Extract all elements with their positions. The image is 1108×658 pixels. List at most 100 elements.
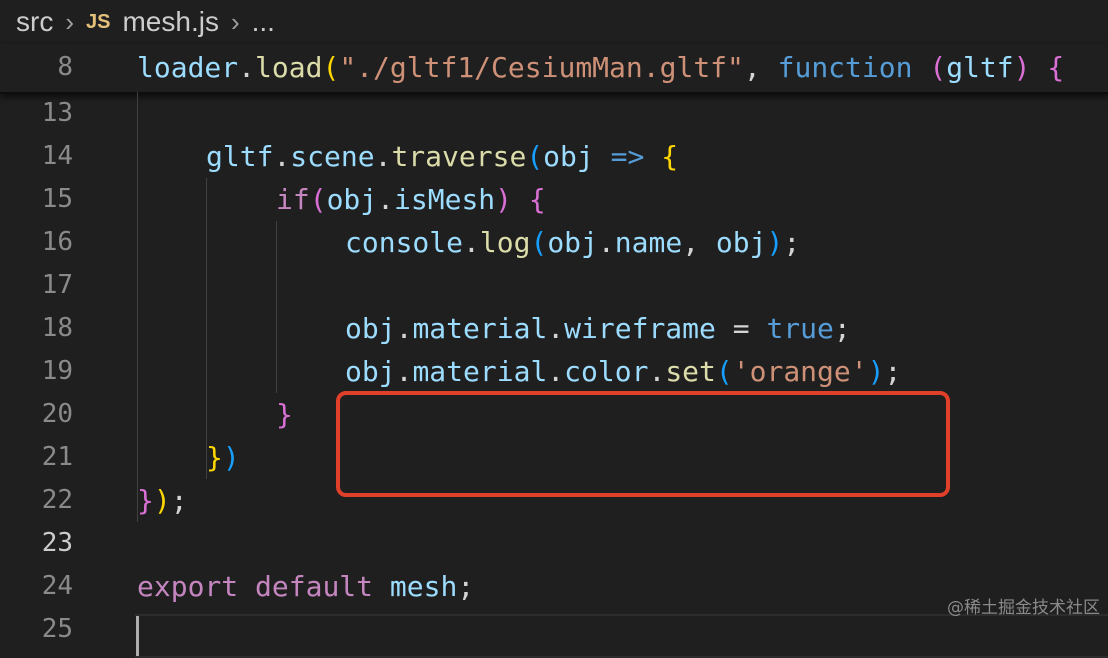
code-token: { — [661, 140, 679, 173]
code-content: }) — [206, 436, 240, 479]
code-token: } — [206, 441, 223, 474]
code-token: ) — [495, 183, 513, 216]
code-token: log — [479, 226, 531, 259]
code-token: obj — [326, 183, 378, 216]
code-line[interactable]: 25 — [0, 608, 1108, 651]
code-token: . — [597, 226, 615, 259]
code-token: . — [648, 355, 666, 388]
code-token: material — [412, 355, 548, 388]
code-line[interactable]: 15 if(obj.isMesh) { — [0, 178, 1108, 221]
code-token: ) — [153, 484, 171, 517]
code-token: . — [547, 312, 565, 345]
code-token: set — [665, 355, 716, 388]
code-token: gltf — [946, 51, 1014, 84]
code-token: function — [777, 51, 913, 84]
code-token: if — [276, 183, 310, 216]
code-token: . — [238, 51, 256, 84]
line-number: 17 — [41, 270, 73, 300]
code-token: ; — [783, 226, 801, 259]
code-token: . — [547, 355, 565, 388]
code-token: isMesh — [394, 183, 496, 216]
code-content: } — [276, 393, 293, 436]
code-token: ( — [929, 51, 947, 84]
code-line[interactable]: 17 — [0, 264, 1108, 307]
code-content: export default mesh; — [137, 565, 474, 608]
line-number: 25 — [41, 614, 73, 644]
line-number: 18 — [41, 313, 73, 343]
code-token: , — [682, 226, 716, 259]
code-token: ; — [457, 570, 475, 603]
code-token: } — [276, 398, 293, 431]
code-token: , — [743, 51, 778, 84]
line-number: 15 — [41, 184, 73, 214]
code-content: console.log(obj.name, obj); — [345, 221, 800, 264]
line-number: 19 — [41, 356, 73, 386]
line-number: 24 — [41, 571, 73, 601]
code-token: obj — [543, 140, 594, 173]
code-content: gltf.scene.traverse(obj => { — [206, 135, 678, 178]
code-token: ) — [222, 441, 240, 474]
code-content: if(obj.isMesh) { — [276, 178, 546, 221]
code-token: ; — [170, 484, 188, 517]
chevron-right-icon: › — [65, 6, 74, 37]
chevron-right-icon: › — [230, 6, 240, 37]
code-line[interactable]: 23 — [0, 522, 1108, 565]
sticky-scroll-header[interactable]: 8 loader.load("./gltf1/CesiumMan.gltf", … — [0, 44, 1108, 94]
code-line[interactable]: 16 console.log(obj.name, obj); — [0, 221, 1108, 264]
code-token: ; — [833, 312, 851, 345]
line-number: 8 — [57, 52, 73, 82]
code-token: } — [137, 484, 154, 517]
code-token: loader — [137, 51, 239, 84]
code-token: console — [345, 226, 464, 259]
line-number: 16 — [41, 227, 73, 257]
line-number: 22 — [41, 485, 73, 515]
annotation-highlight-box — [336, 391, 950, 497]
code-token: material — [412, 312, 548, 345]
code-line[interactable]: 24 export default mesh; — [0, 565, 1108, 608]
code-token: export — [137, 570, 239, 603]
code-token: obj — [345, 355, 396, 388]
breadcrumb-folder[interactable]: src — [16, 6, 53, 38]
code-content: }); — [137, 479, 188, 522]
code-token: load — [255, 51, 323, 84]
breadcrumb-file[interactable]: mesh.js — [122, 6, 218, 38]
line-number: 23 — [41, 528, 73, 558]
js-file-icon: JS — [86, 10, 111, 33]
code-token: obj — [715, 226, 767, 259]
code-editor[interactable]: 13 14 gltf.scene.traverse(obj => {15 if(obj… — [0, 92, 1108, 658]
code-token: ( — [715, 355, 733, 388]
code-token: . — [395, 355, 413, 388]
line-number: 13 — [41, 98, 73, 128]
code-token: ( — [309, 183, 327, 216]
code-token: ; — [884, 355, 902, 388]
code-token: . — [377, 183, 395, 216]
code-line[interactable]: 18 obj.material.wireframe = true; — [0, 307, 1108, 350]
code-token: wireframe — [564, 312, 716, 345]
code-token: scene — [290, 140, 375, 173]
code-token: gltf — [206, 140, 274, 173]
text-cursor — [136, 616, 139, 656]
sticky-code-line[interactable]: loader.load("./gltf1/CesiumMan.gltf", fu… — [137, 46, 1064, 89]
code-token: ( — [322, 51, 340, 84]
code-token: . — [273, 140, 291, 173]
line-number: 20 — [41, 399, 73, 429]
code-token: default — [255, 570, 374, 603]
code-line[interactable]: 19 obj.material.color.set('orange'); — [0, 350, 1108, 393]
code-line[interactable]: 13 — [0, 92, 1108, 135]
code-token: { — [528, 183, 546, 216]
breadcrumb-more[interactable]: ... — [252, 6, 275, 38]
code-line[interactable]: 14 gltf.scene.traverse(obj => { — [0, 135, 1108, 178]
code-token: traverse — [391, 140, 527, 173]
code-token: . — [395, 312, 413, 345]
code-token: ( — [526, 140, 544, 173]
code-token: 'orange' — [732, 355, 868, 388]
code-content: obj.material.wireframe = true; — [345, 307, 851, 350]
code-token: color — [564, 355, 649, 388]
code-token: ( — [530, 226, 548, 259]
